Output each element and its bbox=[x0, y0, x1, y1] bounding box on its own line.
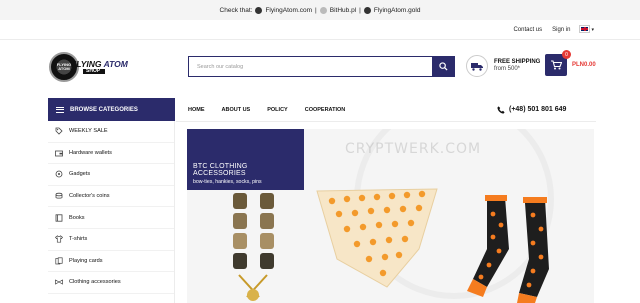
check-that-label: Check that: bbox=[219, 6, 253, 14]
sidebar-item-hardware-wallets[interactable]: Hardware wallets bbox=[48, 143, 174, 165]
browse-categories-label: BROWSE CATEGORIES bbox=[70, 106, 138, 113]
bithub-link[interactable]: BitHub.pl bbox=[330, 7, 356, 14]
flyingatom-com-icon bbox=[255, 6, 263, 14]
sidebar-item-books[interactable]: Books bbox=[48, 207, 174, 229]
language-selector[interactable]: ▾ bbox=[579, 25, 594, 34]
separator: | bbox=[315, 6, 317, 14]
sidebar-item-label: T-shirts bbox=[69, 236, 88, 243]
shipping-subtitle: from 500* bbox=[494, 66, 521, 72]
phone-contact[interactable]: (+48) 501 801 649 bbox=[497, 98, 566, 121]
shipping-title: FREE SHIPPING bbox=[494, 58, 541, 65]
sidebar-item-label: WEEKLY SALE bbox=[69, 128, 108, 135]
nav-home[interactable]: HOME bbox=[188, 107, 205, 113]
cart-button[interactable]: 0 bbox=[545, 50, 571, 76]
search-bar bbox=[188, 56, 455, 77]
navigation-row: BROWSE CATEGORIES HOME ABOUT US POLICY C… bbox=[0, 98, 640, 121]
sidebar-item-collectors-coins[interactable]: Collector's coins bbox=[48, 186, 174, 208]
accessories-icon bbox=[55, 278, 63, 286]
logo[interactable]: FLYING ATOM FLYING ATOM SHOP bbox=[49, 51, 139, 83]
bitcoin-handkerchief-image bbox=[316, 188, 438, 288]
top-announcement-bar: Check that: FlyingAtom.com | BitHub.pl |… bbox=[0, 0, 640, 20]
sidebar-item-label: Collector's coins bbox=[69, 193, 110, 200]
cart-count-badge: 0 bbox=[562, 50, 571, 59]
site-header: FLYING ATOM FLYING ATOM SHOP FREE SHIPPI bbox=[0, 40, 640, 96]
browse-categories-button[interactable]: BROWSE CATEGORIES bbox=[48, 98, 175, 121]
flyingatom-com-link[interactable]: FlyingAtom.com bbox=[265, 7, 312, 14]
wallet-icon bbox=[55, 149, 63, 157]
nav-cooperation[interactable]: COOPERATION bbox=[305, 107, 346, 113]
sidebar-item-t-shirts[interactable]: T-shirts bbox=[48, 229, 174, 251]
banner-subtitle: bow-ties, hankies, socks, pins bbox=[193, 179, 262, 185]
sidebar-item-label: Clothing accessories bbox=[69, 279, 121, 286]
sidebar-item-label: Gadgets bbox=[69, 171, 91, 178]
cart[interactable]: 0 PLN0.00 bbox=[545, 50, 596, 76]
uk-flag-icon bbox=[579, 25, 591, 34]
logo-word-shop: SHOP bbox=[83, 69, 105, 75]
main-nav: HOME ABOUT US POLICY COOPERATION bbox=[188, 98, 362, 121]
bitcoin-socks-image bbox=[467, 195, 549, 303]
nav-divider bbox=[176, 121, 596, 122]
logo-word-flying: FLYING bbox=[71, 58, 102, 69]
sign-in-link[interactable]: Sign in bbox=[552, 27, 570, 33]
logo-wordmark: FLYING ATOM SHOP bbox=[71, 60, 128, 75]
category-sidebar: WEEKLY SALE Hardware wallets Gadgets Col… bbox=[48, 121, 175, 303]
truck-icon bbox=[471, 62, 483, 71]
sidebar-item-label: Books bbox=[69, 214, 85, 221]
banner-title: BTC CLOTHING ACCESSORIES bbox=[193, 163, 248, 177]
utility-bar: Contact us Sign in ▾ bbox=[0, 20, 640, 40]
sidebar-item-playing-cards[interactable]: Playing cards bbox=[48, 251, 174, 273]
search-input[interactable] bbox=[189, 57, 432, 76]
sidebar-item-label: Hardware wallets bbox=[69, 149, 112, 156]
sidebar-item-clothing-accessories[interactable]: Clothing accessories bbox=[48, 272, 174, 294]
phone-icon bbox=[497, 105, 505, 114]
shipping-text: FREE SHIPPING from 500* bbox=[494, 59, 540, 74]
nav-about-us[interactable]: ABOUT US bbox=[222, 107, 251, 113]
banner-caption-box: BTC CLOTHING ACCESSORIES bow-ties, hanki… bbox=[187, 129, 304, 190]
truck-icon-wrapper bbox=[466, 55, 488, 77]
flyingatom-gold-icon bbox=[363, 6, 371, 14]
book-icon bbox=[55, 214, 63, 222]
coins-icon bbox=[55, 192, 63, 200]
tag-icon bbox=[55, 127, 63, 135]
contact-us-link[interactable]: Contact us bbox=[513, 27, 542, 33]
cart-icon bbox=[550, 60, 562, 70]
menu-icon bbox=[56, 106, 64, 113]
separator: | bbox=[359, 6, 361, 14]
flyingatom-gold-link[interactable]: FlyingAtom.gold bbox=[374, 7, 421, 14]
search-icon bbox=[438, 62, 448, 71]
free-shipping-info: FREE SHIPPING from 500* bbox=[466, 55, 540, 77]
search-button[interactable] bbox=[432, 57, 454, 76]
sidebar-item-label: Playing cards bbox=[69, 257, 103, 264]
sidebar-item-weekly-sale[interactable]: WEEKLY SALE bbox=[48, 121, 174, 143]
nav-policy[interactable]: POLICY bbox=[267, 107, 287, 113]
cards-icon bbox=[55, 257, 63, 265]
chevron-down-icon: ▾ bbox=[591, 26, 594, 33]
bitcoin-pins-image bbox=[233, 193, 274, 301]
phone-number: (+48) 501 801 649 bbox=[509, 106, 567, 113]
tshirt-icon bbox=[55, 235, 63, 243]
cart-total: PLN0.00 bbox=[572, 62, 596, 68]
sidebar-item-gadgets[interactable]: Gadgets bbox=[48, 164, 174, 186]
bithub-icon bbox=[319, 6, 327, 14]
logo-word-atom: ATOM bbox=[103, 58, 128, 69]
hero-banner[interactable]: CRYPTWERK.COM BTC CLOTHING ACCESSORIES b… bbox=[187, 129, 594, 303]
gadget-icon bbox=[55, 170, 63, 178]
